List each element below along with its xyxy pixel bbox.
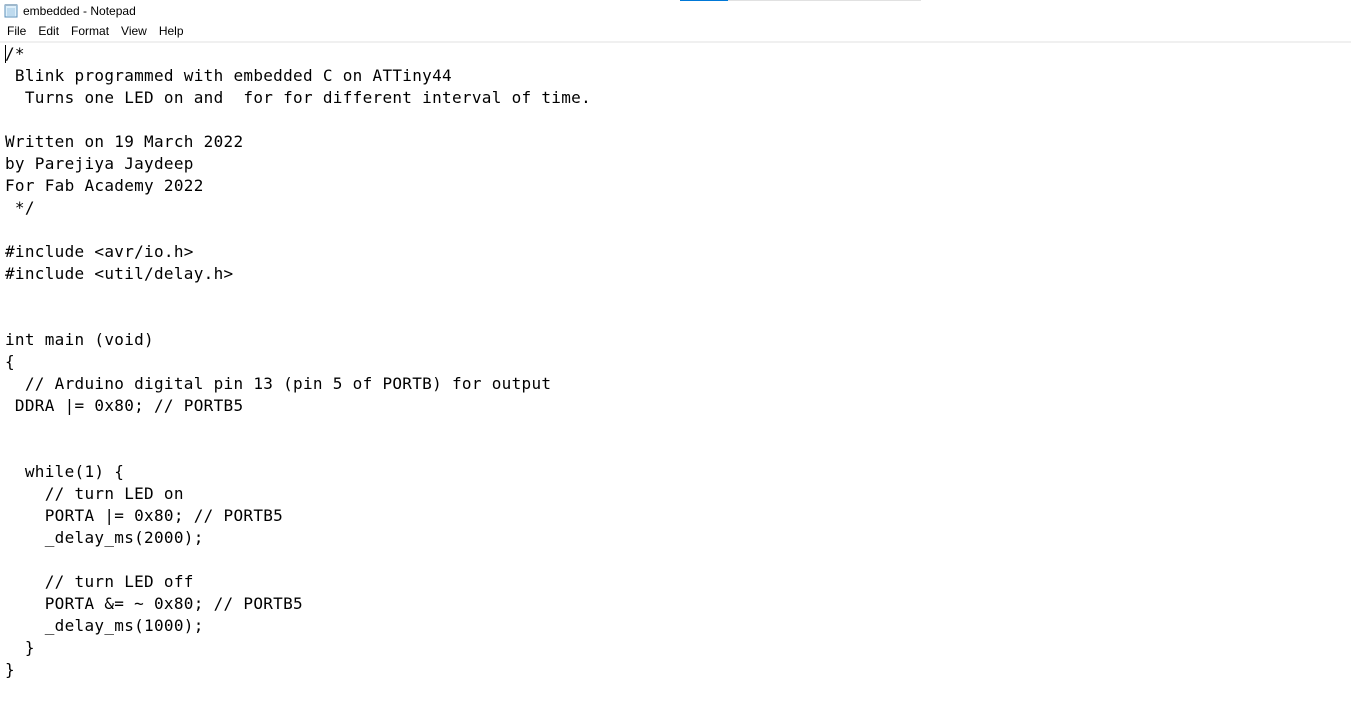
menu-file[interactable]: File — [1, 22, 32, 41]
notepad-icon — [4, 3, 18, 18]
menu-help[interactable]: Help — [153, 22, 190, 41]
text-caret — [5, 45, 6, 63]
editor-content[interactable]: /* Blink programmed with embedded C on A… — [5, 43, 591, 681]
menu-view[interactable]: View — [115, 22, 153, 41]
progress-bar-fill — [680, 0, 729, 1]
menu-bar: File Edit Format View Help — [0, 22, 1351, 41]
menu-edit[interactable]: Edit — [32, 22, 65, 41]
title-bar: embedded - Notepad — [0, 0, 1351, 22]
progress-bar — [680, 0, 921, 1]
menu-format[interactable]: Format — [65, 22, 115, 41]
window-title: embedded - Notepad — [23, 4, 136, 18]
text-editor[interactable]: /* Blink programmed with embedded C on A… — [0, 43, 1351, 720]
